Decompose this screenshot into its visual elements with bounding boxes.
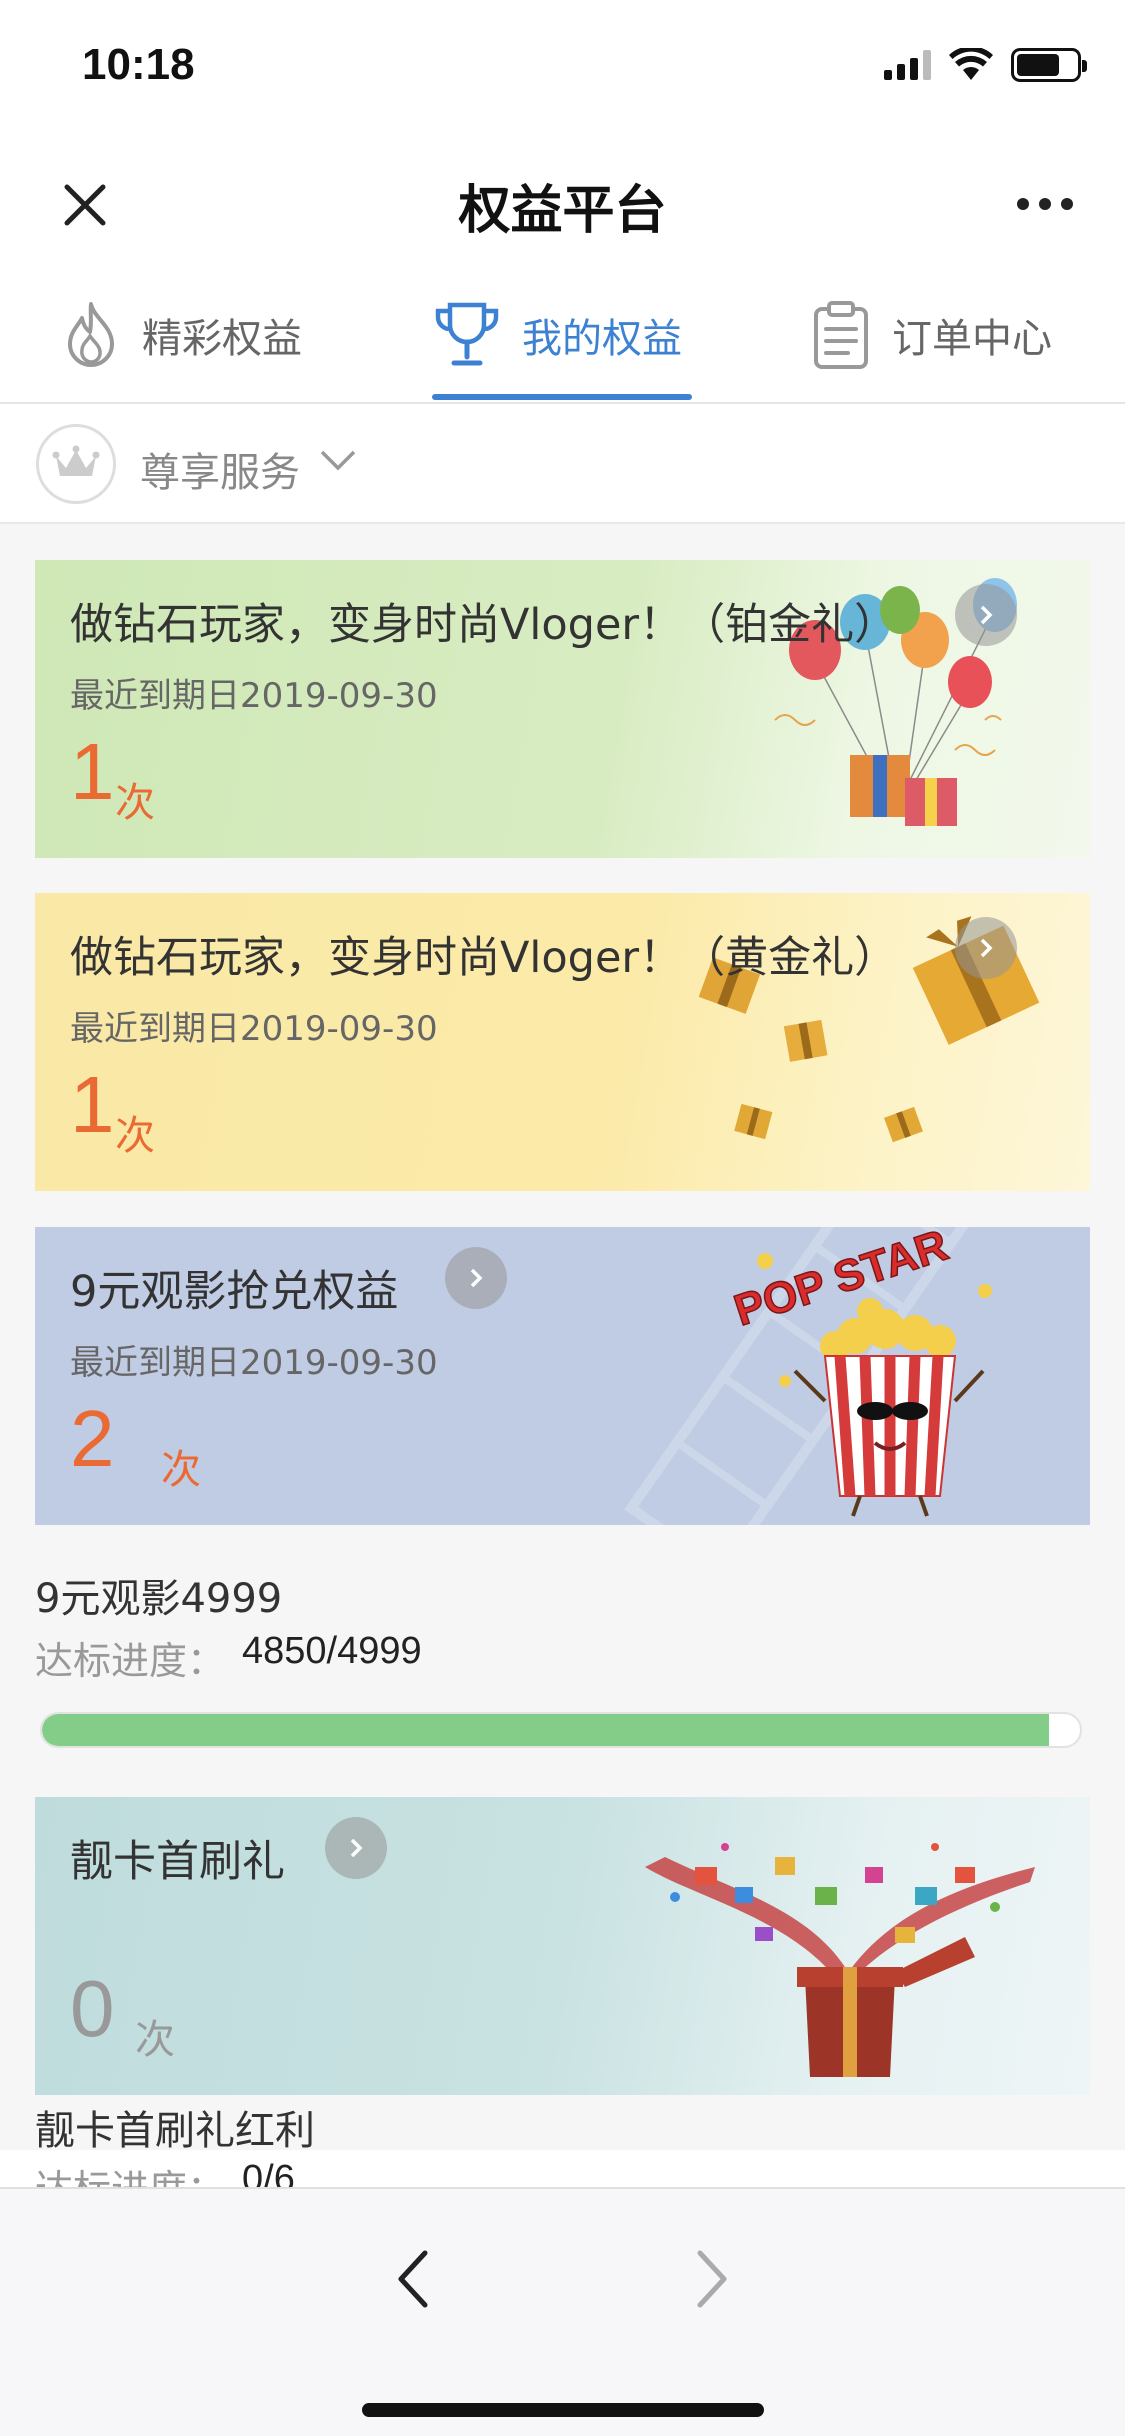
progress-bar [40, 1712, 1082, 1748]
card-count-unit: 次 [161, 1447, 201, 1493]
card-title: 靓卡首刷礼 [70, 1837, 285, 1887]
card-count: 1 [70, 1060, 115, 1149]
nav-bar: 权益平台 [0, 132, 1125, 264]
benefit-card-gold[interactable]: 做钻石玩家，变身时尚Vloger！（黄金礼） 最近到期日2019-09-30 1… [35, 893, 1090, 1191]
service-label: 尊享服务 [140, 450, 300, 496]
card-count: 1 [70, 727, 115, 816]
service-selector[interactable]: 尊享服务 [0, 404, 1125, 524]
chevron-down-icon [320, 450, 356, 471]
tab-my-benefits[interactable]: 我的权益 [432, 286, 682, 384]
status-icons [884, 48, 1087, 82]
progress-value: 4850/4999 [242, 1630, 422, 1672]
card-count-unit: 次 [135, 2017, 175, 2063]
trophy-icon [435, 302, 499, 366]
forward-arrow-icon[interactable] [680, 2239, 740, 2319]
card-count: 0 [70, 1964, 115, 2053]
wifi-icon [949, 48, 993, 80]
status-time: 10:18 [82, 40, 195, 89]
tab-label: 订单中心 [892, 316, 1052, 362]
progress-row-clipped: 达标进度： 0/6 [0, 2150, 1125, 2187]
card-expiry-date: 最近到期日2019-09-30 [70, 1343, 438, 1383]
progress-label: 达标进度： [35, 1639, 226, 1683]
gift-box-burst-illustration [645, 1843, 1035, 2077]
benefit-card-first-swipe[interactable]: 靓卡首刷礼 0 次 [35, 1797, 1090, 2095]
tab-label: 精彩权益 [142, 316, 302, 362]
card-count-unit: 次 [115, 780, 155, 826]
back-arrow-icon[interactable] [385, 2239, 445, 2319]
page-title: 权益平台 [458, 181, 667, 241]
tab-featured-benefits[interactable]: 精彩权益 [60, 286, 302, 384]
cellular-signal-icon [884, 50, 931, 80]
status-bar: 10:18 [0, 0, 1125, 132]
progress-value: 0/6 [242, 2158, 295, 2187]
chevron-right-icon[interactable] [325, 1817, 387, 1879]
card-title: 9元观影抢兑权益 [70, 1267, 399, 1317]
card-title: 做钻石玩家，变身时尚Vloger！（铂金礼） [70, 600, 898, 650]
chevron-right-icon[interactable] [955, 917, 1017, 979]
card-count: 2 [70, 1394, 115, 1483]
tab-bar: 精彩权益 我的权益 订单中心 [0, 264, 1125, 404]
home-indicator [362, 2403, 764, 2417]
progress-title: 靓卡首刷礼红利 [35, 2108, 315, 2154]
crown-icon [36, 424, 116, 504]
tab-label: 我的权益 [522, 316, 682, 362]
card-title: 做钻石玩家，变身时尚Vloger！（黄金礼） [70, 933, 898, 983]
more-icon[interactable] [1005, 174, 1085, 234]
progress-bar-fill [42, 1714, 1050, 1746]
popcorn-pop-star-illustration: POP STAR [728, 1231, 992, 1517]
bottom-toolbar [0, 2187, 1125, 2436]
card-count-unit: 次 [115, 1113, 155, 1159]
benefit-card-platinum[interactable]: 做钻石玩家，变身时尚Vloger！（铂金礼） 最近到期日2019-09-30 1… [35, 560, 1090, 858]
progress-label: 达标进度： [35, 2158, 225, 2187]
card-expiry-date: 最近到期日2019-09-30 [70, 676, 438, 716]
chevron-right-icon[interactable] [445, 1247, 507, 1309]
benefit-card-movie[interactable]: POP STAR 9元观影抢兑权益 最近到期日2019-09-30 2 次 [35, 1227, 1090, 1525]
active-tab-indicator [432, 394, 692, 400]
progress-title: 9元观影4999 [35, 1576, 283, 1622]
battery-icon [1011, 48, 1087, 82]
tab-order-center[interactable]: 订单中心 [810, 286, 1052, 384]
card-expiry-date: 最近到期日2019-09-30 [70, 1009, 438, 1049]
chevron-right-icon[interactable] [955, 584, 1017, 646]
flame-icon [68, 302, 114, 367]
clipboard-icon [814, 301, 868, 369]
